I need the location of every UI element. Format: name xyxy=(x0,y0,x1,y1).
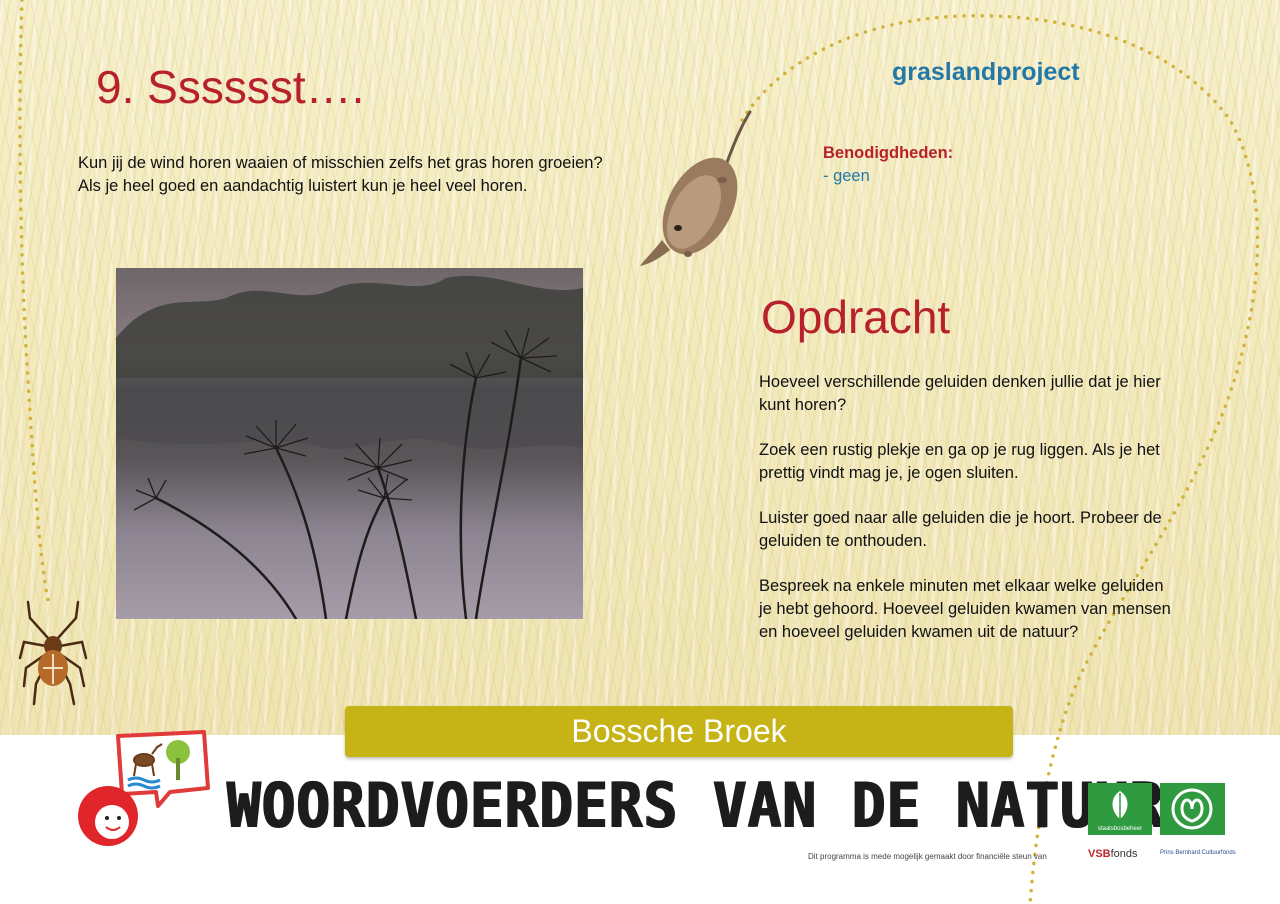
intro-text: Kun jij de wind horen waaien of misschie… xyxy=(78,154,603,195)
staatsbosbeheer-logo: staatsbosbeheer xyxy=(1088,783,1152,835)
natuurmonumenten-logo xyxy=(1160,783,1225,835)
pbc-logo: Prins Bernhard Cultuurfonds xyxy=(1160,850,1236,856)
assignment-paragraph: Bespreek na enkele minuten met elkaar we… xyxy=(759,577,1171,641)
supplies-item: - geen xyxy=(823,167,870,185)
assignment-text: Hoeveel verschillende geluiden denken ju… xyxy=(759,371,1179,666)
vsb-suffix: fonds xyxy=(1110,848,1138,860)
spider-icon xyxy=(18,600,88,706)
location-name: Bossche Broek xyxy=(571,713,787,749)
project-name: graslandproject xyxy=(892,58,1080,86)
nature-photo xyxy=(116,268,583,619)
assignment-paragraph: Zoek een rustig plekje en ga op je rug l… xyxy=(759,441,1160,482)
assignment-heading: Opdracht xyxy=(761,291,951,343)
woordvoerders-logo xyxy=(78,730,210,846)
emblem-icon xyxy=(1171,788,1213,830)
vsb-fonds-logo: VSBfonds xyxy=(1088,848,1138,860)
shrew-illustration xyxy=(640,110,752,266)
location-banner: Bossche Broek xyxy=(345,706,1013,757)
staatsbosbeheer-label: staatsbosbeheer xyxy=(1097,826,1143,832)
leaf-icon xyxy=(1112,791,1128,821)
supplies-label: Benodigdheden: xyxy=(823,144,954,162)
funding-note: Dit programma is mede mogelijk gemaakt d… xyxy=(808,852,1047,861)
assignment-paragraph: Hoeveel verschillende geluiden denken ju… xyxy=(759,373,1161,414)
assignment-paragraph: Luister goed naar alle geluiden die je h… xyxy=(759,509,1162,550)
child-face-icon xyxy=(78,786,138,846)
vsb-label: VSB xyxy=(1088,848,1111,860)
page-title: 9. Sssssst…. xyxy=(96,61,365,113)
program-wordmark: WOORDVOERDERS VAN DE NATUUR xyxy=(226,770,1164,843)
